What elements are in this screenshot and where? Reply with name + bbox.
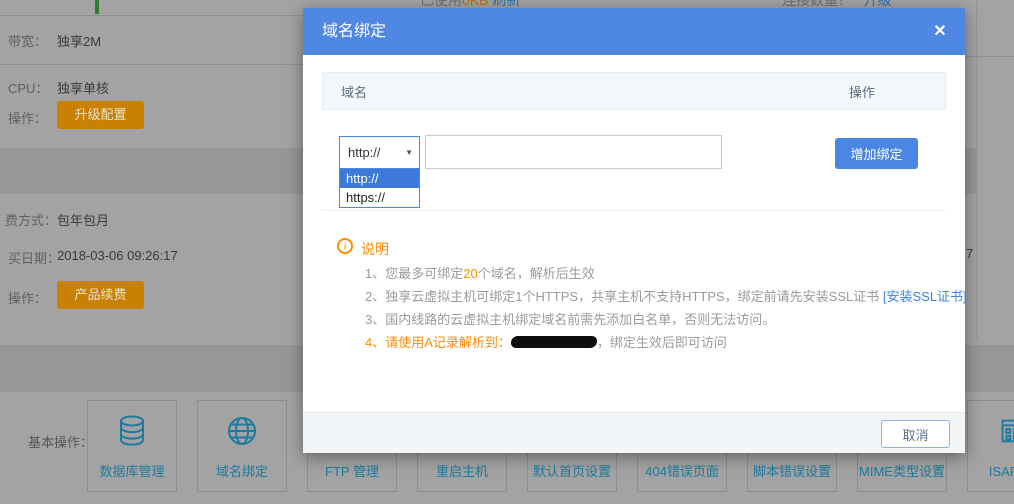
domain-binding-modal: 域名绑定 ✕ 域名 操作 http:// ▼ http://https:// 增… [303, 8, 965, 453]
operation-card[interactable]: ISAPI程 [967, 400, 1014, 492]
cpu-value: 独享单核 [57, 78, 109, 97]
notice-items: 1、您最多可绑定20个域名，解析后生效 2、独享云虚拟主机可绑定1个HTTPS，共… [365, 263, 967, 355]
row-divider [0, 15, 303, 16]
upgrade-link[interactable]: 升级 [864, 0, 892, 8]
billing-mode-value: 包年包月 [57, 210, 109, 229]
column-header-action: 操作 [849, 82, 875, 101]
operation-card[interactable]: 域名绑定 [197, 400, 287, 492]
domain-table-header: 域名 操作 [322, 72, 946, 110]
renew-product-button[interactable]: 产品续费 [57, 281, 144, 309]
basic-ops-label: 基本操作： [28, 432, 93, 451]
billing-mode-label: 费方式： [5, 210, 57, 229]
operation-card-label: MIME类型设置 [859, 461, 945, 480]
bandwidth-value: 独享2M [57, 31, 101, 50]
info-icon: i [337, 238, 353, 254]
operation-card-label: 域名绑定 [216, 461, 268, 480]
install-ssl-link[interactable]: [安装SSL证书] [883, 289, 967, 304]
protocol-option[interactable]: https:// [340, 188, 419, 207]
operation-card-label: 404错误页面 [645, 461, 719, 480]
protocol-select[interactable]: http:// ▼ [339, 136, 420, 169]
notice-item: 1、您最多可绑定20个域名，解析后生效 [365, 263, 967, 279]
bandwidth-label: 带宽： [8, 31, 47, 50]
add-binding-button[interactable]: 增加绑定 [835, 138, 918, 169]
billing-action-label: 操作： [8, 288, 47, 307]
operation-card-label: ISAPI程 [989, 461, 1014, 480]
notice-item: 4、请使用A记录解析到：，绑定生效后即可访问 [365, 332, 967, 348]
modal-title: 域名绑定 [322, 8, 386, 55]
divider [322, 210, 946, 211]
building-icon [968, 401, 1014, 461]
refresh-link[interactable]: 刷新 [492, 0, 520, 8]
close-icon[interactable]: ✕ [929, 21, 951, 43]
used-label: 已使用 [420, 0, 462, 8]
page: 已使用0KB 刷新 连接数量？ 升级 带宽： 独享2M CPU： 独享单核 操作… [0, 0, 1014, 504]
domain-input[interactable] [425, 135, 722, 169]
modal-footer: 取消 [303, 412, 965, 453]
purchase-date-label: 买日期： [8, 248, 60, 267]
modal-header: 域名绑定 ✕ [303, 8, 965, 55]
right-column-fragment: 7 [966, 246, 973, 261]
column-divider [976, 0, 977, 340]
operation-card-label: 重启主机 [436, 461, 488, 480]
spec-action-label: 操作： [8, 108, 47, 127]
row-divider-right [965, 56, 1014, 57]
notice-item: 2、独享云虚拟主机可绑定1个HTTPS，共享主机不支持HTTPS，绑定前请先安装… [365, 286, 967, 302]
operation-card[interactable]: 数据库管理 [87, 400, 177, 492]
cancel-button[interactable]: 取消 [881, 420, 950, 448]
protocol-option[interactable]: http:// [340, 169, 419, 188]
upgrade-config-button[interactable]: 升级配置 [57, 101, 144, 129]
notice-title: 说明 [361, 239, 389, 259]
protocol-selected-value: http:// [348, 145, 381, 160]
chevron-down-icon: ▼ [405, 137, 413, 168]
purchase-date-value: 2018-03-06 09:26:17 [57, 248, 178, 263]
row-divider [0, 64, 303, 65]
cpu-label: CPU： [8, 78, 48, 97]
globe-icon [198, 401, 286, 461]
connections-label: 连接数量？ [782, 0, 852, 8]
green-marker [95, 0, 99, 14]
operation-card-label: 数据库管理 [99, 461, 164, 480]
redacted-ip [510, 336, 598, 348]
operation-card-label: 默认首页设置 [533, 461, 611, 480]
column-header-domain: 域名 [341, 82, 367, 101]
operation-card-label: 脚本错误设置 [753, 461, 831, 480]
notice-item: 3、国内线路的云虚拟主机绑定域名前需先添加白名单，否则无法访问。 [365, 309, 967, 325]
database-icon [88, 401, 176, 461]
used-value: 0KB [462, 0, 488, 8]
operation-card-label: FTP 管理 [325, 461, 379, 480]
protocol-dropdown-list: http://https:// [339, 169, 420, 208]
